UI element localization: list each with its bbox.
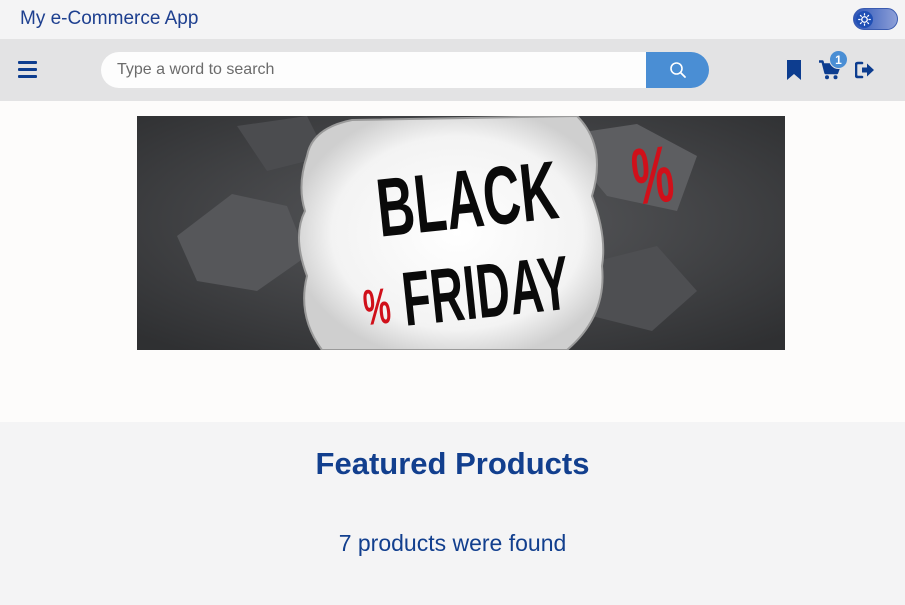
black-friday-banner[interactable]: BLACK % % FRIDAY bbox=[137, 116, 785, 350]
title-bar: My e-Commerce App bbox=[0, 0, 905, 39]
hamburger-menu-icon[interactable] bbox=[18, 61, 37, 79]
banner-line-black: BLACK bbox=[372, 143, 562, 255]
hero-section: BLACK % % FRIDAY bbox=[0, 101, 905, 422]
featured-products-title: Featured Products bbox=[315, 446, 590, 481]
navbar bbox=[0, 39, 905, 101]
products-found-count: 7 products were found bbox=[338, 530, 567, 556]
search-bar bbox=[101, 52, 709, 88]
app-title: My e-Commerce App bbox=[20, 8, 199, 29]
banner-line-friday: FRIDAY bbox=[398, 241, 573, 343]
sun-icon bbox=[856, 11, 873, 28]
search-icon bbox=[669, 62, 686, 78]
bookmark-icon[interactable] bbox=[786, 60, 802, 85]
search-input[interactable] bbox=[101, 52, 646, 88]
cart-count-badge: 1 bbox=[829, 50, 848, 69]
logout-icon[interactable] bbox=[854, 61, 875, 84]
featured-section: Featured Products 7 products were found bbox=[0, 422, 905, 605]
search-button[interactable] bbox=[646, 52, 709, 88]
theme-toggle[interactable] bbox=[853, 8, 898, 30]
